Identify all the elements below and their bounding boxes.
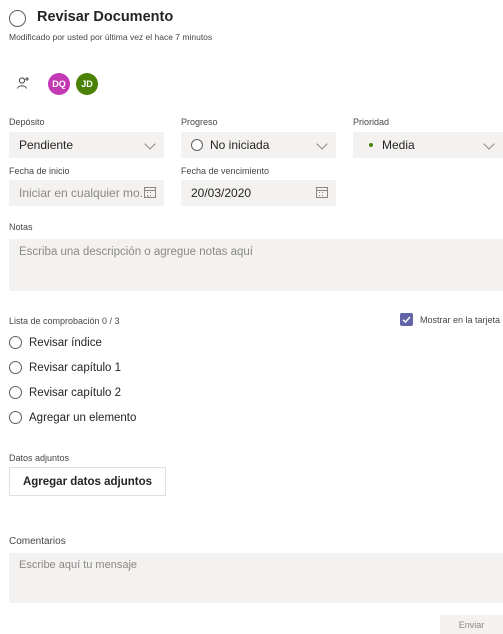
notes-textarea[interactable]: Escriba una descripción o agregue notas … [9, 239, 503, 291]
checklist-item-label: Revisar índice [29, 336, 102, 349]
modified-info: Modificado por usted por última vez el h… [9, 32, 213, 42]
add-checklist-item[interactable]: Agregar un elemento [9, 411, 136, 424]
chevron-down-icon [483, 138, 495, 150]
checklist-label: Lista de comprobación 0 / 3 [9, 316, 120, 326]
checklist-item-checkbox[interactable] [9, 361, 22, 374]
notes-label: Notas [9, 222, 33, 232]
checklist-item[interactable]: Revisar índice [9, 336, 102, 349]
progress-dropdown[interactable]: No iniciada [181, 132, 336, 158]
calendar-icon [316, 187, 328, 198]
checklist-item-label: Revisar capítulo 2 [29, 386, 122, 399]
task-title[interactable]: Revisar Documento [37, 9, 173, 25]
start-date-placeholder: Iniciar en cualquier mo... [19, 186, 150, 200]
send-label: Enviar [458, 619, 485, 630]
add-attachment-button[interactable]: Agregar datos adjuntos [9, 467, 166, 496]
priority-dot-icon [369, 143, 373, 147]
checklist-item[interactable]: Revisar capítulo 1 [9, 361, 121, 374]
comment-input[interactable]: Escribe aquí tu mensaje [9, 553, 503, 603]
calendar-icon [144, 187, 156, 198]
comment-placeholder: Escribe aquí tu mensaje [19, 559, 138, 571]
add-attachment-label: Agregar datos adjuntos [22, 475, 153, 488]
avatar-jd[interactable]: JD [76, 73, 98, 95]
progress-label: Progreso [181, 117, 218, 127]
chevron-down-icon [316, 138, 328, 150]
bucket-value: Pendiente [19, 138, 74, 152]
complete-task-checkbox[interactable] [9, 10, 26, 27]
assign-user-icon[interactable] [16, 76, 30, 90]
priority-value: Media [382, 138, 415, 152]
attachments-label: Datos adjuntos [9, 453, 70, 463]
show-on-card-label: Mostrar en la tarjeta [420, 314, 501, 325]
due-date-label: Fecha de vencimiento [181, 166, 270, 176]
notes-placeholder: Escriba una descripción o agregue notas … [19, 246, 253, 258]
avatar-initials: DQ [52, 79, 66, 89]
start-date-picker[interactable]: Iniciar en cualquier mo... [9, 180, 164, 206]
avatar-dq[interactable]: DQ [48, 73, 70, 95]
checklist-item-label: Revisar capítulo 1 [29, 361, 122, 374]
start-date-label: Fecha de inicio [9, 166, 70, 176]
add-item-label: Agregar un elemento [29, 411, 137, 424]
add-item-circle-icon [9, 411, 22, 424]
not-started-icon [191, 139, 203, 151]
due-date-picker[interactable]: 20/03/2020 [181, 180, 336, 206]
priority-label: Prioridad [353, 117, 390, 127]
checklist-item[interactable]: Revisar capítulo 2 [9, 386, 121, 399]
show-on-card-toggle[interactable]: Mostrar en la tarjeta [400, 313, 503, 326]
due-date-value: 20/03/2020 [191, 186, 252, 200]
priority-dropdown[interactable]: Media [353, 132, 503, 158]
checklist-item-checkbox[interactable] [9, 386, 22, 399]
progress-value: No iniciada [210, 138, 270, 152]
bucket-label: Depósito [9, 117, 45, 127]
bucket-dropdown[interactable]: Pendiente [9, 132, 164, 158]
chevron-down-icon [144, 138, 156, 150]
send-button[interactable]: Enviar [440, 615, 503, 634]
comments-label: Comentarios [9, 536, 66, 547]
checklist-item-checkbox[interactable] [9, 336, 22, 349]
checkbox-checked-icon [400, 313, 413, 326]
avatar-initials: JD [81, 79, 93, 89]
